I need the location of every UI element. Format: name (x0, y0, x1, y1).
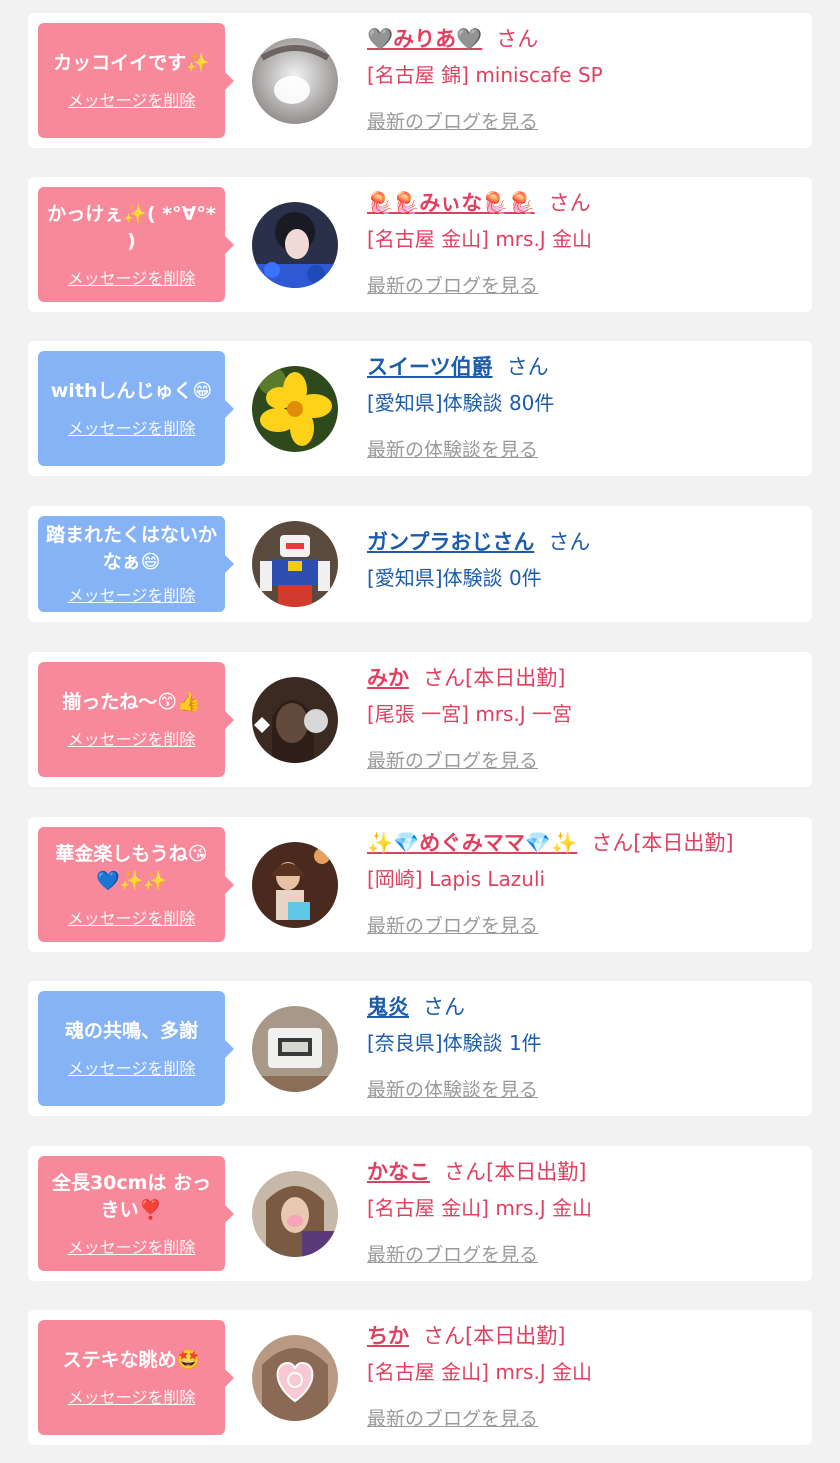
message-bubble: 魂の共鳴、多謝 メッセージを削除 (38, 991, 234, 1106)
list-item: 華金楽しもうね😘💙✨✨ メッセージを削除 ✨💎めぐみママ💎✨ さん[本日出勤] [… (28, 817, 812, 952)
message-text: 全長30cmは おっきい❣️ (51, 1171, 212, 1221)
honorific: さん[本日出勤] (423, 666, 566, 690)
list-item: かっけぇ✨( *°∀°* ) メッセージを削除 🪼🪼みぃな🪼🪼 さん [名古屋 金… (28, 177, 812, 312)
shop-info: [名古屋 金山] mrs.J 金山 (367, 1196, 593, 1220)
avatar[interactable] (252, 1006, 338, 1092)
honorific: さん[本日出勤] (423, 1324, 566, 1348)
clock-photo (252, 1006, 338, 1092)
list-item: withしんじゅく😁 メッセージを削除 スイーツ伯爵 さん [愛知県]体験談 8… (28, 341, 812, 476)
shop-info: [名古屋 錦] miniscafe SP (367, 63, 603, 87)
avatar[interactable] (252, 521, 338, 607)
delete-message-link[interactable]: メッセージを削除 (68, 905, 196, 929)
delete-message-link[interactable]: メッセージを削除 (68, 1234, 196, 1258)
shop-info: [尾張 一宮] mrs.J 一宮 (367, 702, 573, 726)
user-name-link[interactable]: 🪼🪼みぃな🪼🪼 (367, 191, 535, 215)
avatar-photo (252, 1171, 338, 1257)
message-text: 踏まれたくはないかなぁ😄 (45, 524, 217, 573)
list-item: カッコイイです✨ メッセージを削除 🩶みりあ🩶 さん [名古屋 錦] minisc… (28, 13, 812, 148)
latest-review-link[interactable]: 最新の体験談を見る (367, 1075, 538, 1102)
honorific: さん (496, 27, 539, 51)
message-text: ステキな眺め🤩 (62, 1349, 201, 1371)
delete-message-link[interactable]: メッセージを削除 (68, 87, 196, 111)
latest-review-link[interactable]: 最新の体験談を見る (367, 435, 538, 462)
list-item: ステキな眺め🤩 メッセージを削除 ちか さん[本日出勤] [名古屋 金山] mrs… (28, 1310, 812, 1445)
avatar-photo (252, 202, 338, 288)
delete-message-link[interactable]: メッセージを削除 (68, 726, 196, 750)
honorific: さん (506, 355, 549, 379)
latest-blog-link[interactable]: 最新のブログを見る (367, 271, 538, 298)
honorific: さん[本日出勤] (444, 1160, 587, 1184)
user-name-link[interactable]: ガンプラおじさん (367, 530, 534, 554)
latest-blog-link[interactable]: 最新のブログを見る (367, 911, 538, 938)
message-text: 魂の共鳴、多謝 (64, 1020, 198, 1042)
robot-photo (252, 521, 338, 607)
user-name-link[interactable]: 鬼炎 (367, 995, 409, 1019)
avatar[interactable] (252, 38, 338, 124)
message-text: 揃ったね〜😙👍 (62, 691, 201, 713)
latest-blog-link[interactable]: 最新のブログを見る (367, 746, 538, 773)
review-info: [愛知県]体験談 0件 (367, 566, 542, 590)
message-bubble: withしんじゅく😁 メッセージを削除 (38, 351, 234, 466)
user-name-link[interactable]: スイーツ伯爵 (367, 355, 493, 379)
latest-blog-link[interactable]: 最新のブログを見る (367, 1404, 538, 1431)
shop-info: [岡崎] Lapis Lazuli (367, 867, 546, 891)
message-bubble: 揃ったね〜😙👍 メッセージを削除 (38, 662, 234, 777)
user-name-link[interactable]: みか (367, 666, 409, 690)
delete-message-link[interactable]: メッセージを削除 (68, 265, 196, 289)
avatar-photo (252, 842, 338, 928)
message-text: カッコイイです✨ (53, 52, 210, 74)
user-name-link[interactable]: ✨💎めぐみママ💎✨ (367, 831, 577, 855)
message-text: withしんじゅく😁 (50, 380, 213, 402)
list-item: 揃ったね〜😙👍 メッセージを削除 みか さん[本日出勤] [尾張 一宮] mrs.… (28, 652, 812, 787)
message-bubble: 全長30cmは おっきい❣️ メッセージを削除 (38, 1156, 234, 1271)
message-text: 華金楽しもうね😘💙✨✨ (55, 842, 208, 892)
heart-photo (252, 1335, 338, 1421)
delete-message-link[interactable]: メッセージを削除 (68, 582, 196, 606)
list-item: 魂の共鳴、多謝 メッセージを削除 鬼炎 さん [奈良県]体験談 1件 最新の体験談… (28, 981, 812, 1116)
message-bubble: カッコイイです✨ メッセージを削除 (38, 23, 234, 138)
avatar[interactable] (252, 202, 338, 288)
avatar[interactable] (252, 1171, 338, 1257)
latest-blog-link[interactable]: 最新のブログを見る (367, 1240, 538, 1267)
delete-message-link[interactable]: メッセージを削除 (68, 415, 196, 439)
avatar[interactable] (252, 1335, 338, 1421)
avatar[interactable] (252, 366, 338, 452)
avatar-photo (252, 38, 338, 124)
shop-info: [名古屋 金山] mrs.J 金山 (367, 1360, 593, 1384)
message-bubble: 踏まれたくはないかなぁ😄 メッセージを削除 (38, 516, 234, 612)
user-name-link[interactable]: 🩶みりあ🩶 (367, 27, 482, 51)
latest-blog-link[interactable]: 最新のブログを見る (367, 107, 538, 134)
message-bubble: かっけぇ✨( *°∀°* ) メッセージを削除 (38, 187, 234, 302)
shop-info: [名古屋 金山] mrs.J 金山 (367, 227, 593, 251)
user-name-link[interactable]: かなこ (367, 1160, 430, 1184)
review-info: [愛知県]体験談 80件 (367, 391, 555, 415)
honorific: さん (548, 530, 591, 554)
list-item: 踏まれたくはないかなぁ😄 メッセージを削除 ガンプラおじさん さん [愛知県]体験… (28, 506, 812, 622)
avatar[interactable] (252, 842, 338, 928)
message-list: カッコイイです✨ メッセージを削除 🩶みりあ🩶 さん [名古屋 錦] minisc… (0, 0, 840, 1463)
list-item: 全長30cmは おっきい❣️ メッセージを削除 かなこ さん[本日出勤] [名古屋… (28, 1146, 812, 1281)
delete-message-link[interactable]: メッセージを削除 (68, 1384, 196, 1408)
delete-message-link[interactable]: メッセージを削除 (68, 1055, 196, 1079)
avatar[interactable] (252, 677, 338, 763)
honorific: さん[本日出勤] (591, 831, 734, 855)
honorific: さん (548, 191, 591, 215)
flower-photo (252, 366, 338, 452)
user-name-link[interactable]: ちか (367, 1324, 409, 1348)
message-bubble: 華金楽しもうね😘💙✨✨ メッセージを削除 (38, 827, 234, 942)
honorific: さん (423, 995, 465, 1019)
message-bubble: ステキな眺め🤩 メッセージを削除 (38, 1320, 234, 1435)
message-text: かっけぇ✨( *°∀°* ) (47, 202, 216, 252)
avatar-photo (252, 677, 338, 763)
review-info: [奈良県]体験談 1件 (367, 1031, 542, 1055)
